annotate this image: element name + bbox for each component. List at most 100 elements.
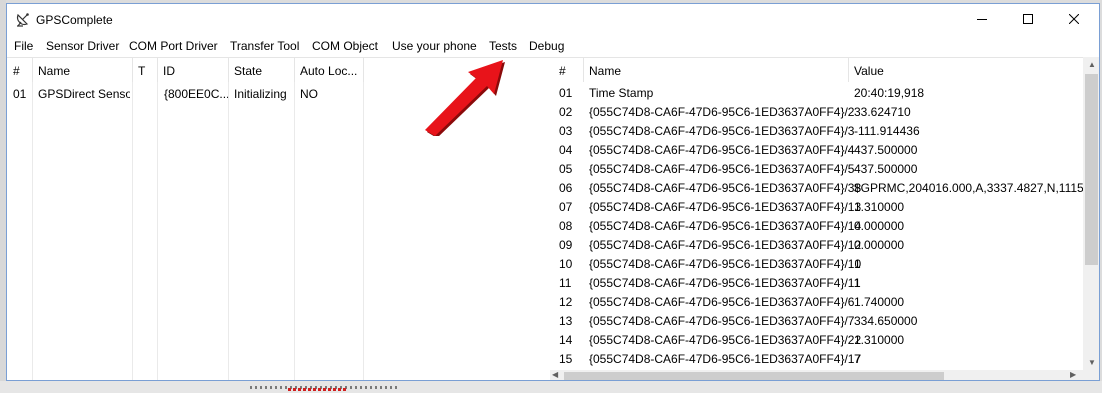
satellite-dish-icon bbox=[16, 13, 29, 27]
table-row[interactable]: 03 {055C74D8-CA6F-47D6-95C6-1ED3637A0FF4}… bbox=[550, 121, 1086, 140]
row-number: 10 bbox=[559, 257, 573, 271]
column-header-auto-location[interactable]: Auto Loc... bbox=[294, 58, 364, 82]
property-name: {055C74D8-CA6F-47D6-95C6-1ED3637A0FF4}/2 bbox=[589, 105, 855, 119]
property-name: {055C74D8-CA6F-47D6-95C6-1ED3637A0FF4}/3 bbox=[589, 124, 855, 138]
table-row[interactable]: 09 {055C74D8-CA6F-47D6-95C6-1ED3637A0FF4}… bbox=[550, 235, 1086, 254]
row-number: 04 bbox=[559, 143, 573, 157]
close-icon bbox=[1069, 14, 1079, 24]
table-row[interactable]: 04 {055C74D8-CA6F-47D6-95C6-1ED3637A0FF4}… bbox=[550, 140, 1086, 159]
table-row[interactable]: 15 {055C74D8-CA6F-47D6-95C6-1ED3637A0FF4}… bbox=[550, 349, 1086, 368]
table-row[interactable]: 14 {055C74D8-CA6F-47D6-95C6-1ED3637A0FF4}… bbox=[550, 330, 1086, 349]
sensor-auto-location: NO bbox=[300, 87, 318, 101]
scroll-down-arrow-icon[interactable]: ▼ bbox=[1088, 358, 1096, 367]
property-value: -111.914436 bbox=[854, 124, 920, 138]
property-name: {055C74D8-CA6F-47D6-95C6-1ED3637A0FF4}/3… bbox=[589, 181, 862, 195]
row-number: 02 bbox=[559, 105, 573, 119]
menu-debug[interactable]: Debug bbox=[529, 39, 564, 53]
column-header-name[interactable]: Name bbox=[583, 58, 849, 82]
horizontal-scroll-thumb[interactable] bbox=[564, 372, 944, 380]
menu-transfer-tool[interactable]: Transfer Tool bbox=[230, 39, 299, 53]
property-value: 1.740000 bbox=[854, 295, 905, 309]
menu-com-port-driver[interactable]: COM Port Driver bbox=[129, 39, 218, 53]
property-value: 1.310000 bbox=[854, 333, 905, 347]
row-number: 09 bbox=[559, 238, 573, 252]
row-number: 01 bbox=[559, 86, 573, 100]
table-row[interactable]: 08 {055C74D8-CA6F-47D6-95C6-1ED3637A0FF4}… bbox=[550, 216, 1086, 235]
column-header-value[interactable]: Value bbox=[848, 58, 1088, 82]
column-header-type[interactable]: T bbox=[132, 58, 158, 82]
sensor-state: Initializing bbox=[234, 87, 287, 101]
property-name: {055C74D8-CA6F-47D6-95C6-1ED3637A0FF4}/2… bbox=[589, 333, 862, 347]
table-row[interactable]: 06 {055C74D8-CA6F-47D6-95C6-1ED3637A0FF4}… bbox=[550, 178, 1086, 197]
property-value: $GPRMC,204016.000,A,3337.4827,N,11154.86 bbox=[854, 181, 1086, 195]
table-row[interactable]: 02 {055C74D8-CA6F-47D6-95C6-1ED3637A0FF4}… bbox=[550, 102, 1086, 121]
property-name: {055C74D8-CA6F-47D6-95C6-1ED3637A0FF4}/7 bbox=[589, 314, 855, 328]
property-name: {055C74D8-CA6F-47D6-95C6-1ED3637A0FF4}/1… bbox=[589, 200, 862, 214]
maximize-button[interactable] bbox=[1005, 4, 1051, 34]
menu-file[interactable]: File bbox=[14, 39, 33, 53]
property-value: 1 bbox=[854, 276, 861, 290]
property-value: 334.650000 bbox=[854, 314, 918, 328]
property-name: {055C74D8-CA6F-47D6-95C6-1ED3637A0FF4}/1… bbox=[589, 238, 862, 252]
table-row[interactable]: 05 {055C74D8-CA6F-47D6-95C6-1ED3637A0FF4}… bbox=[550, 159, 1086, 178]
property-name: {055C74D8-CA6F-47D6-95C6-1ED3637A0FF4}/4 bbox=[589, 143, 855, 157]
menu-use-your-phone[interactable]: Use your phone bbox=[392, 39, 477, 53]
row-number: 06 bbox=[559, 181, 573, 195]
table-row[interactable]: 01 Time Stamp 20:40:19,918 bbox=[550, 83, 1086, 102]
row-number: 08 bbox=[559, 219, 573, 233]
sensor-properties-view[interactable]: # Name Value 01 Time Stamp 20:40:19,918 02 {… bbox=[550, 57, 1099, 380]
menu-bar: File Sensor Driver COM Port Driver Trans… bbox=[7, 37, 1099, 57]
minimize-button[interactable] bbox=[959, 4, 1005, 34]
property-value: 33.624710 bbox=[854, 105, 911, 119]
column-header-id[interactable]: ID bbox=[157, 58, 229, 82]
row-number: 07 bbox=[559, 200, 573, 214]
row-number: 05 bbox=[559, 162, 573, 176]
table-row[interactable]: 10 {055C74D8-CA6F-47D6-95C6-1ED3637A0FF4}… bbox=[550, 254, 1086, 273]
column-header-name[interactable]: Name bbox=[32, 58, 133, 82]
property-name: {055C74D8-CA6F-47D6-95C6-1ED3637A0FF4}/6 bbox=[589, 295, 855, 309]
column-header-state[interactable]: State bbox=[228, 58, 295, 82]
maximize-icon bbox=[1023, 14, 1033, 24]
row-number: 01 bbox=[13, 87, 27, 101]
minimize-icon bbox=[977, 19, 987, 20]
property-value: 1 bbox=[854, 257, 861, 271]
title-bar[interactable]: GPSComplete bbox=[7, 4, 1099, 34]
menu-tests[interactable]: Tests bbox=[489, 39, 517, 53]
property-name: {055C74D8-CA6F-47D6-95C6-1ED3637A0FF4}/1… bbox=[589, 276, 861, 290]
row-number: 14 bbox=[559, 333, 573, 347]
menu-sensor-driver[interactable]: Sensor Driver bbox=[46, 39, 119, 53]
window-title: GPSComplete bbox=[36, 13, 113, 27]
property-name: Time Stamp bbox=[589, 86, 654, 100]
column-header-number[interactable]: # bbox=[7, 58, 33, 82]
menu-com-object[interactable]: COM Object bbox=[312, 39, 378, 53]
background-spellcheck-underline bbox=[288, 388, 348, 391]
row-number: 11 bbox=[559, 276, 572, 290]
property-value: 7 bbox=[854, 352, 861, 366]
red-arrow-icon bbox=[425, 60, 505, 136]
column-header-number[interactable]: # bbox=[550, 58, 584, 82]
property-value: 437.500000 bbox=[854, 143, 918, 157]
property-value: 437.500000 bbox=[854, 162, 918, 176]
vertical-scroll-thumb[interactable] bbox=[1085, 74, 1098, 265]
table-row[interactable]: 07 {055C74D8-CA6F-47D6-95C6-1ED3637A0FF4}… bbox=[550, 197, 1086, 216]
row-number: 13 bbox=[559, 314, 573, 328]
property-value: 0.000000 bbox=[854, 238, 905, 252]
table-row[interactable]: 12 {055C74D8-CA6F-47D6-95C6-1ED3637A0FF4}… bbox=[550, 292, 1086, 311]
property-name: {055C74D8-CA6F-47D6-95C6-1ED3637A0FF4}/1… bbox=[589, 257, 862, 271]
scroll-right-arrow-icon[interactable]: ▶ bbox=[1070, 370, 1076, 379]
property-value: 1.310000 bbox=[854, 200, 905, 214]
close-button[interactable] bbox=[1051, 4, 1097, 34]
sensor-name: GPSDirect Sensor bbox=[38, 87, 130, 101]
property-value: 0.000000 bbox=[854, 219, 905, 233]
sensor-id: {800EE0C... bbox=[164, 87, 228, 101]
row-number: 15 bbox=[559, 352, 573, 366]
scroll-up-arrow-icon[interactable]: ▲ bbox=[1088, 60, 1096, 69]
property-name: {055C74D8-CA6F-47D6-95C6-1ED3637A0FF4}/1… bbox=[589, 219, 862, 233]
property-value: 20:40:19,918 bbox=[854, 86, 925, 100]
property-name: {055C74D8-CA6F-47D6-95C6-1ED3637A0FF4}/1… bbox=[589, 352, 862, 366]
table-row[interactable]: 11 {055C74D8-CA6F-47D6-95C6-1ED3637A0FF4}… bbox=[550, 273, 1086, 292]
gpscomplete-window: GPSComplete File Sensor Driver COM Port … bbox=[6, 3, 1100, 381]
table-row[interactable]: 13 {055C74D8-CA6F-47D6-95C6-1ED3637A0FF4}… bbox=[550, 311, 1086, 330]
scroll-left-arrow-icon[interactable]: ◀ bbox=[552, 370, 558, 379]
row-number: 12 bbox=[559, 295, 573, 309]
